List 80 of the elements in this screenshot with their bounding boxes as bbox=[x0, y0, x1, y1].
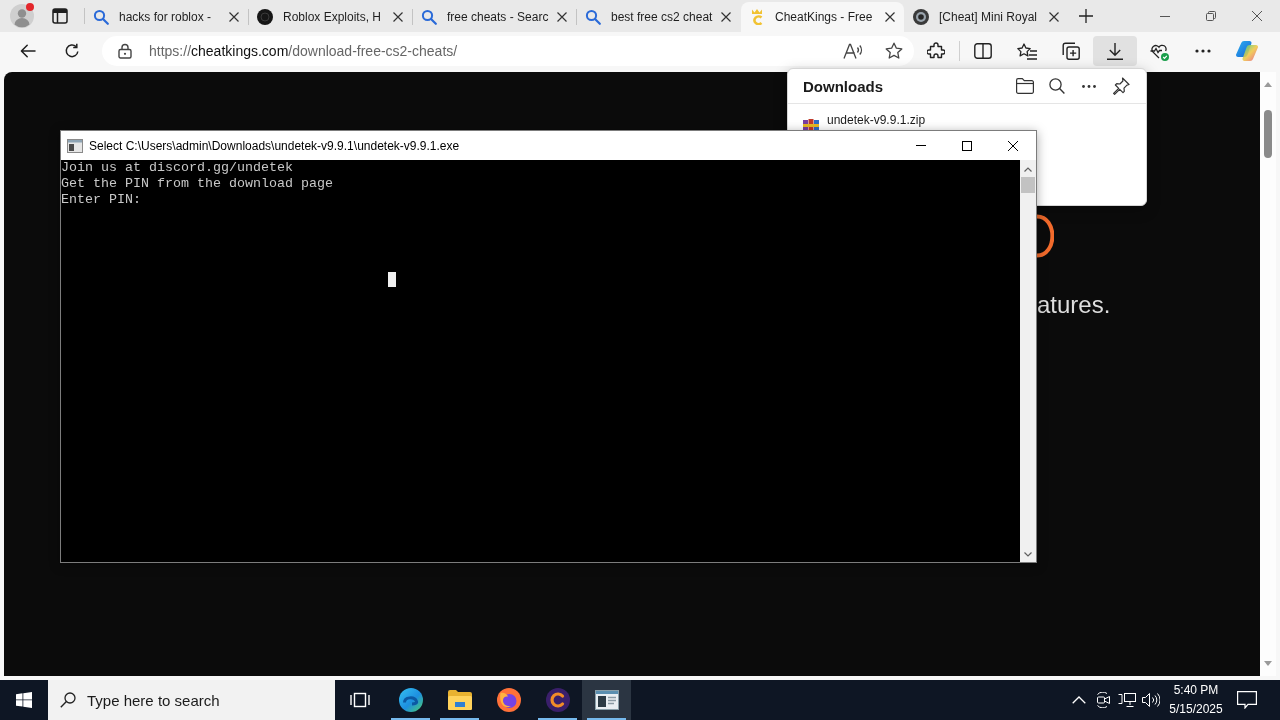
console-window-icon[interactable] bbox=[594, 690, 619, 710]
address-field[interactable]: https://cheatkings.com/download-free-cs2-cheats/ bbox=[102, 36, 914, 66]
scroll-down-icon[interactable] bbox=[1264, 661, 1272, 666]
clock-button[interactable]: 5:40 PM 5/15/2025 bbox=[1163, 680, 1229, 720]
favorites-icon[interactable] bbox=[1017, 42, 1037, 60]
gradient-logo-icon[interactable] bbox=[1236, 41, 1258, 61]
search-icon[interactable] bbox=[1049, 78, 1065, 94]
notification-icon[interactable] bbox=[1237, 691, 1257, 709]
browser-tab[interactable]: [Cheat] Mini Royal bbox=[905, 2, 1068, 32]
start-logo-icon[interactable] bbox=[16, 692, 32, 708]
file-name[interactable]: undetek-v9.9.1.zip bbox=[827, 113, 926, 127]
read-aloud-icon[interactable] bbox=[843, 43, 863, 59]
page-scrollbar[interactable] bbox=[1260, 72, 1276, 676]
swirl-icon[interactable] bbox=[398, 688, 423, 712]
scrollbar-thumb[interactable] bbox=[1264, 110, 1272, 158]
star-icon[interactable] bbox=[885, 42, 903, 60]
tab-actions-icon[interactable] bbox=[52, 8, 68, 24]
browser-tab[interactable]: CheatKings - Free bbox=[741, 2, 904, 32]
lock-icon[interactable] bbox=[118, 43, 132, 59]
panel-title: Downloads bbox=[803, 77, 883, 95]
search-icon bbox=[421, 9, 437, 25]
close-icon[interactable] bbox=[885, 12, 895, 22]
refresh-icon[interactable] bbox=[64, 43, 80, 59]
maximize-icon[interactable] bbox=[962, 140, 972, 151]
close-icon[interactable] bbox=[721, 12, 731, 22]
arc-icon bbox=[1037, 214, 1054, 258]
c-disc-icon[interactable] bbox=[545, 688, 570, 712]
round-emblem-icon bbox=[913, 9, 929, 25]
console-line: Get the PIN from the download page bbox=[61, 176, 334, 192]
restore-icon[interactable] bbox=[1206, 11, 1216, 21]
collections-icon[interactable] bbox=[1062, 42, 1080, 60]
console-title-bar[interactable]: Select C:\Users\admin\Downloads\undetek-v9.9.1\undetek-v9.9.1.exe bbox=[61, 131, 1036, 160]
video-camera-icon[interactable] bbox=[1094, 692, 1112, 708]
search-field[interactable]: Type here to search bbox=[48, 680, 335, 720]
window-title: Select C:\Users\admin\Downloads\undetek-v9.9.1\undetek-v9.9.1.exe bbox=[89, 138, 460, 153]
console-window-icon bbox=[67, 138, 83, 153]
close-icon[interactable] bbox=[1008, 140, 1018, 151]
split-screen-icon[interactable] bbox=[974, 43, 992, 59]
browser-tab[interactable]: best free cs2 cheat bbox=[577, 2, 740, 32]
folder-icon[interactable] bbox=[1016, 78, 1034, 94]
search-icon bbox=[60, 692, 76, 708]
task-view-icon[interactable] bbox=[350, 692, 370, 708]
more-icon[interactable] bbox=[1195, 49, 1211, 53]
console-scrollbar[interactable] bbox=[1020, 160, 1036, 562]
crown-icon bbox=[749, 9, 765, 25]
search-icon bbox=[93, 9, 109, 25]
minimize-icon[interactable] bbox=[1160, 15, 1170, 17]
search-icon bbox=[585, 9, 601, 25]
scrollbar-thumb[interactable] bbox=[1021, 177, 1035, 193]
download-icon[interactable] bbox=[1107, 42, 1123, 60]
browser-tab[interactable]: free cheats - Searc bbox=[413, 2, 576, 32]
url-text[interactable]: https://cheatkings.com/download-free-cs2-cheats/ bbox=[149, 43, 458, 59]
scroll-down-icon[interactable] bbox=[1024, 552, 1032, 557]
taskbar-app-button[interactable] bbox=[582, 680, 631, 720]
browser-tab[interactable]: hacks for roblox - bbox=[85, 2, 248, 32]
cursor-icon bbox=[388, 272, 396, 287]
close-icon[interactable] bbox=[393, 12, 403, 22]
browser-tab[interactable]: Roblox Exploits, H bbox=[249, 2, 412, 32]
folder-icon[interactable] bbox=[447, 690, 472, 710]
plus-icon[interactable] bbox=[1079, 9, 1093, 23]
close-icon[interactable] bbox=[229, 12, 239, 22]
close-icon[interactable] bbox=[557, 12, 567, 22]
puzzle-icon[interactable] bbox=[927, 42, 945, 60]
dark-disc-icon bbox=[257, 9, 273, 25]
speaker-icon[interactable] bbox=[1142, 692, 1160, 708]
close-icon[interactable] bbox=[1252, 11, 1262, 21]
flame-globe-icon[interactable] bbox=[496, 688, 521, 712]
console-line: Join us at discord.gg/undetek bbox=[61, 160, 294, 176]
toolbar-button[interactable] bbox=[1093, 36, 1137, 66]
more-icon[interactable] bbox=[1082, 84, 1096, 88]
page-text: atures. bbox=[1037, 291, 1111, 319]
back-arrow-icon[interactable] bbox=[20, 44, 36, 58]
scroll-up-icon[interactable] bbox=[1264, 82, 1272, 87]
network-icon[interactable] bbox=[1118, 692, 1136, 708]
console-line: Enter PIN: bbox=[61, 192, 142, 208]
close-icon[interactable] bbox=[1049, 12, 1059, 22]
chevron-up-icon[interactable] bbox=[1072, 696, 1086, 704]
avatar-icon[interactable] bbox=[10, 4, 34, 28]
scroll-up-icon[interactable] bbox=[1024, 167, 1032, 172]
pin-icon[interactable] bbox=[1112, 77, 1130, 95]
